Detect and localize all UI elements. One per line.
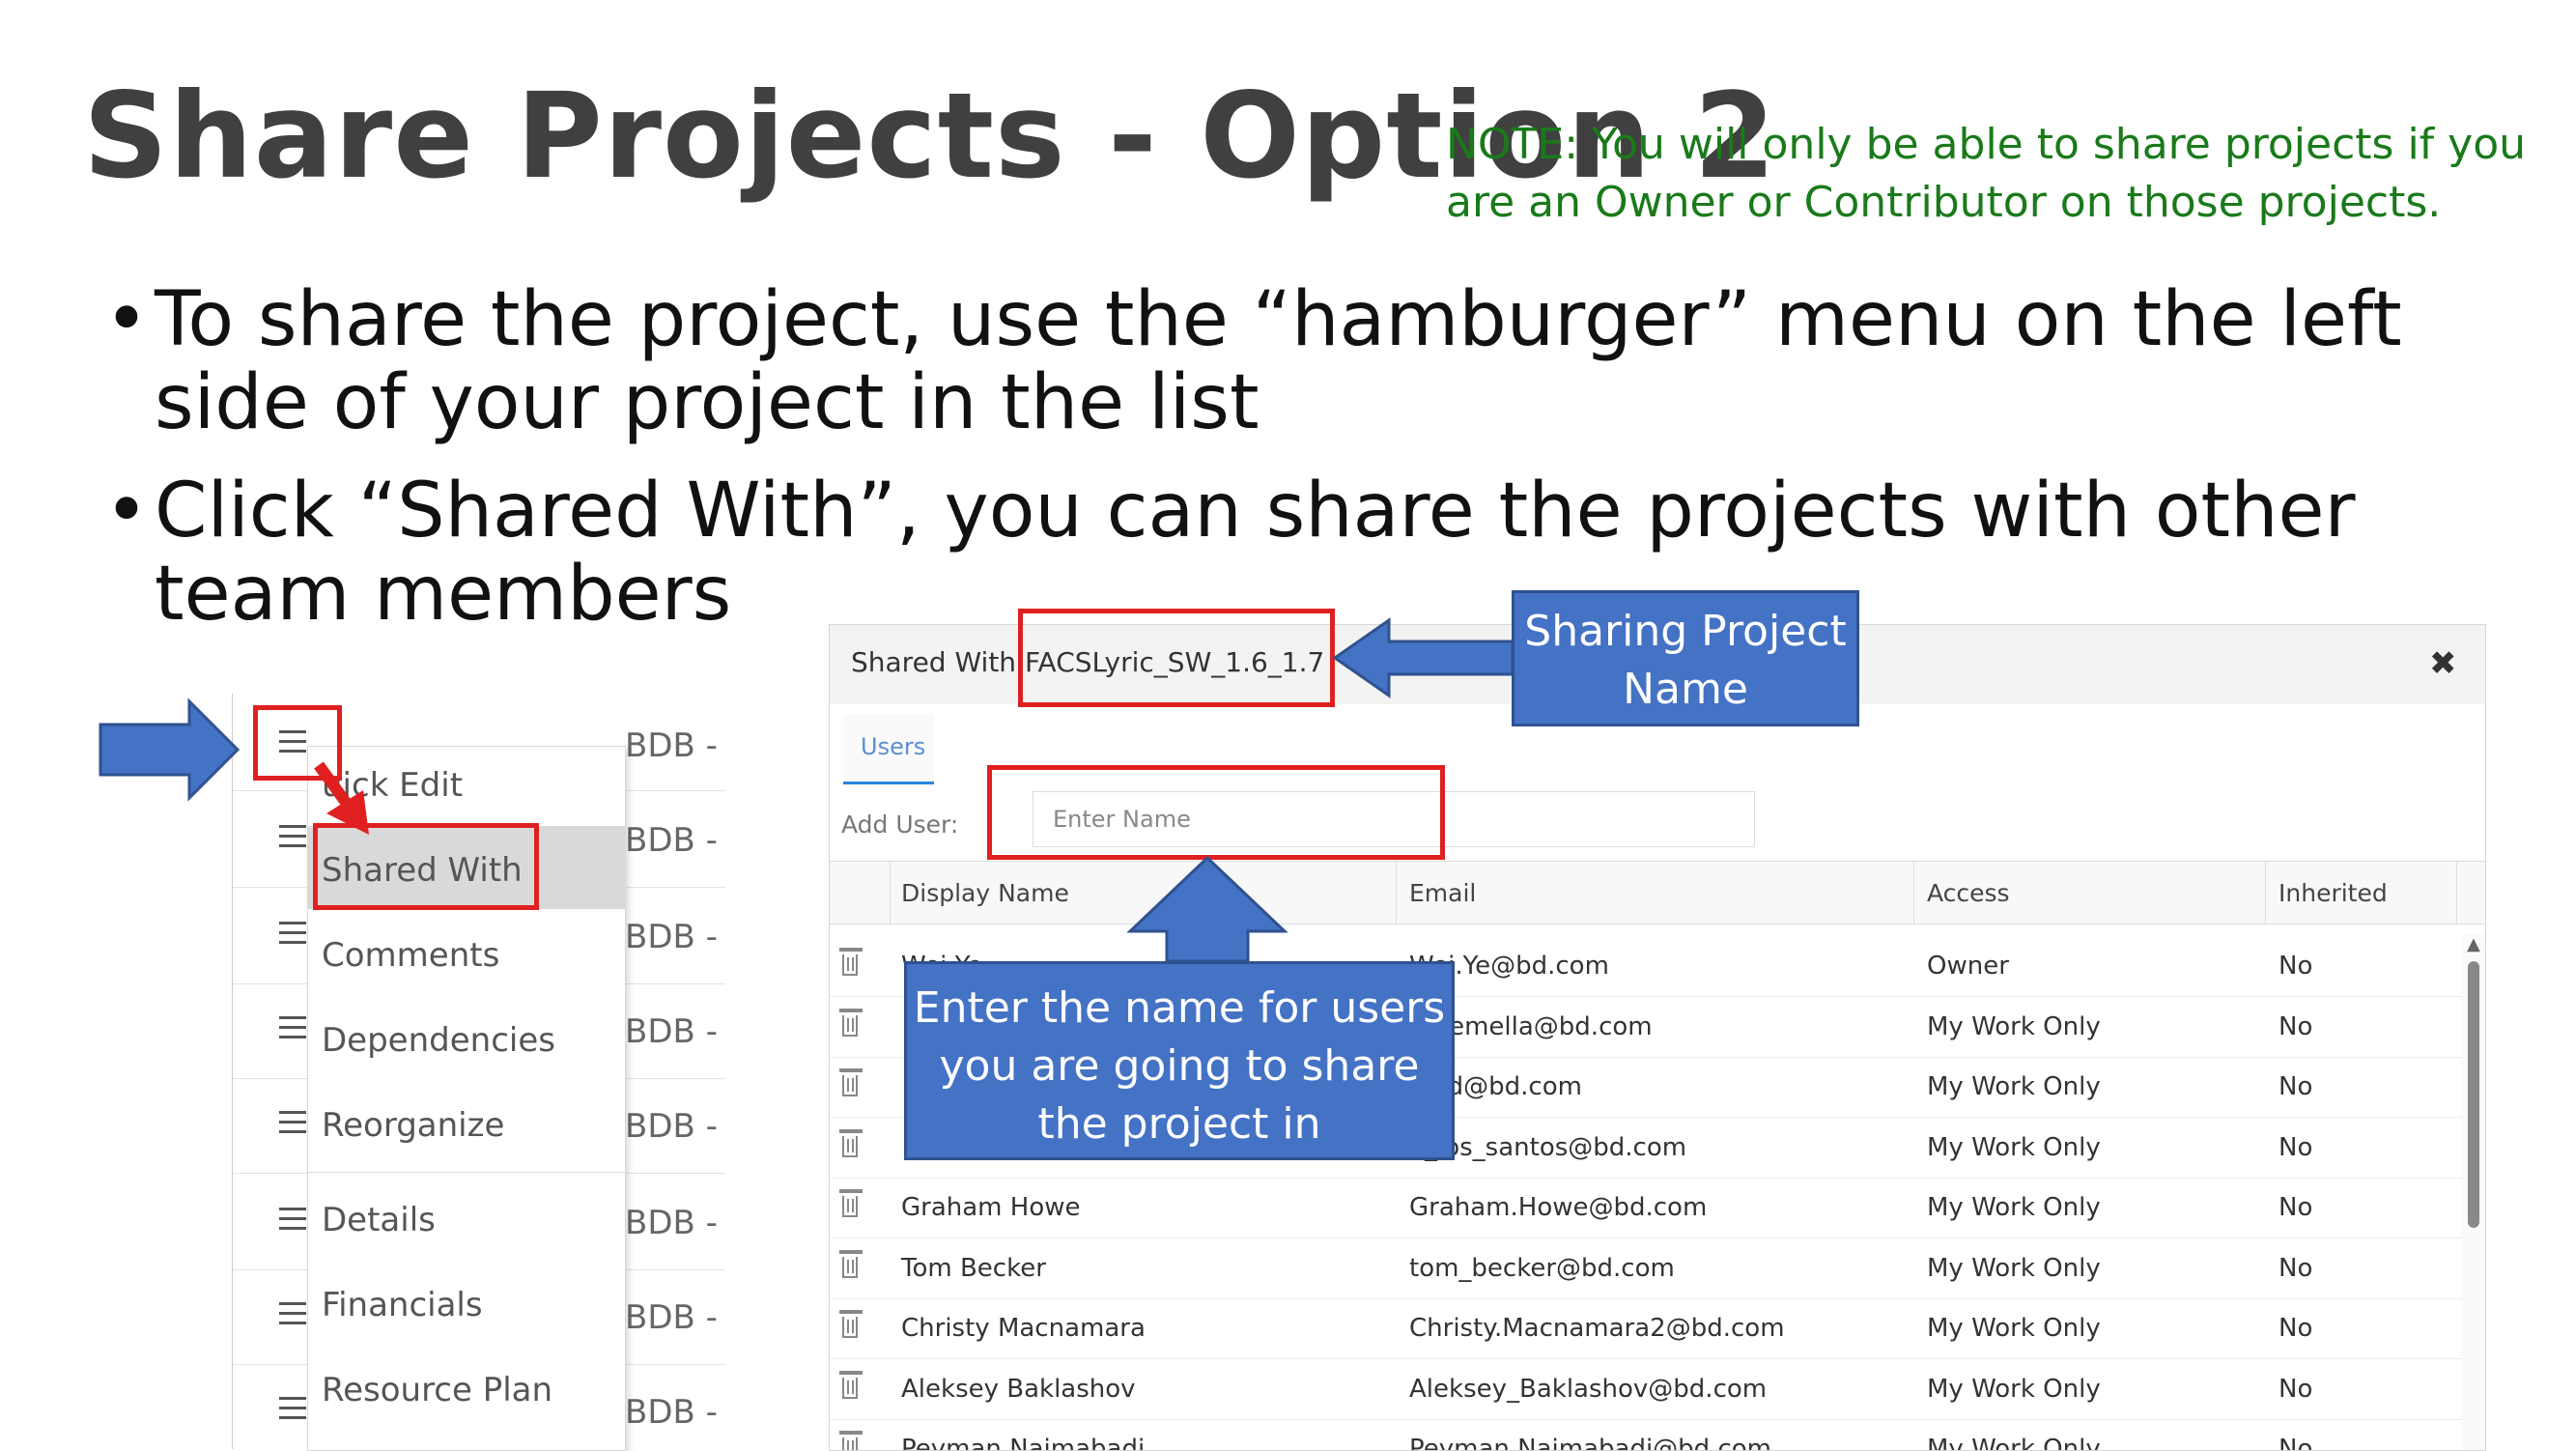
project-row-prefix: BDB - <box>625 1204 718 1242</box>
cell-inherited: No <box>2279 1314 2313 1343</box>
table-row[interactable]: Tom Becker tom_becker@bd.com My Work Only N… <box>830 1238 2462 1299</box>
cell-access: My Work Only <box>1927 1435 2101 1451</box>
callout-sharing-project-name: Sharing Project Name <box>1512 590 1859 726</box>
table-row[interactable]: Christy Macnamara Christy.Macnamara2@bd.c… <box>830 1298 2462 1359</box>
cell-inherited: No <box>2279 1374 2313 1404</box>
menu-item-dependencies[interactable]: Dependencies <box>322 1021 555 1060</box>
bullet-text: To share the project, use the “hamburger… <box>155 276 2402 446</box>
cell-inherited: No <box>2279 1435 2313 1451</box>
bullet-glyph: • <box>104 468 150 555</box>
project-row-prefix: BDB - <box>625 1393 718 1432</box>
menu-item-resource-plan[interactable]: Resource Plan <box>322 1371 552 1409</box>
cell-email: tom_becker@bd.com <box>1409 1253 1675 1283</box>
trash-icon[interactable] <box>839 1310 863 1339</box>
bullet-text: Click “Shared With”, you can share the p… <box>155 468 2356 638</box>
cell-email: Peyman.Najmabadi@bd.com <box>1409 1435 1771 1451</box>
column-access[interactable]: Access <box>1927 879 2010 907</box>
highlight-shared-with <box>313 823 539 910</box>
cell-inherited: No <box>2279 952 2313 981</box>
cell-display-name: Christy Macnamara <box>901 1314 1146 1343</box>
menu-item-quick-edit[interactable]: uick Edit <box>322 766 463 805</box>
cell-inherited: No <box>2279 1072 2313 1101</box>
cell-email: Aleksey_Baklashov@bd.com <box>1409 1374 1768 1404</box>
trash-icon[interactable] <box>839 948 863 977</box>
tab-users-label: Users <box>861 733 926 760</box>
project-row-prefix: BDB - <box>625 1107 718 1146</box>
tab-users[interactable]: Users <box>843 714 934 784</box>
dialog-title-label: Shared With: <box>851 646 1026 678</box>
slide-note: NOTE: You will only be able to share pro… <box>1446 120 2527 227</box>
cell-inherited: No <box>2279 1253 2313 1283</box>
column-email[interactable]: Email <box>1409 879 1476 907</box>
cell-inherited: No <box>2279 1193 2313 1222</box>
close-icon[interactable]: ✖ <box>2429 644 2457 683</box>
trash-icon[interactable] <box>839 1431 863 1450</box>
scrollbar[interactable]: ▲ <box>2462 934 2485 1450</box>
hamburger-menu-icon[interactable] <box>279 922 306 953</box>
hamburger-menu-icon[interactable] <box>279 1111 306 1142</box>
cell-display-name: Graham Howe <box>901 1193 1081 1222</box>
cell-access: My Work Only <box>1927 1072 2101 1101</box>
hamburger-menu-icon[interactable] <box>279 1016 306 1047</box>
column-inherited[interactable]: Inherited <box>2279 879 2388 907</box>
trash-icon[interactable] <box>839 1189 863 1218</box>
scroll-up-icon[interactable]: ▲ <box>2467 934 2480 954</box>
callout-enter-name: Enter the name for users you are going t… <box>904 961 1455 1160</box>
bullet-glyph: • <box>104 276 150 363</box>
cell-access: My Work Only <box>1927 1193 2101 1222</box>
cell-access: Owner <box>1927 952 2009 981</box>
trash-icon[interactable] <box>839 1128 863 1158</box>
cell-access: My Work Only <box>1927 1314 2101 1343</box>
highlight-add-user-input <box>987 765 1445 860</box>
table-header: Display Name Email Access Inherited <box>830 861 2485 925</box>
trash-icon[interactable] <box>839 1008 863 1038</box>
hamburger-menu-icon[interactable] <box>279 1397 306 1428</box>
project-row-prefix: BDB - <box>625 1012 718 1051</box>
table-row[interactable]: Peyman Najmabadi Peyman.Najmabadi@bd.com M… <box>830 1419 2462 1451</box>
trash-icon[interactable] <box>839 1068 863 1097</box>
hamburger-menu-icon[interactable] <box>279 1208 306 1238</box>
cell-email: Christy.Macnamara2@bd.com <box>1409 1314 1785 1343</box>
cell-display-name: Tom Becker <box>901 1253 1046 1283</box>
cell-access: My Work Only <box>1927 1374 2101 1404</box>
project-row-prefix: BDB - <box>625 1298 718 1337</box>
table-row[interactable]: Aleksey Baklashov Aleksey_Baklashov@bd.co… <box>830 1359 2462 1420</box>
project-row-prefix: BDB - <box>625 918 718 956</box>
blue-arrow-right-icon <box>99 697 241 802</box>
menu-item-financials[interactable]: Financials <box>322 1286 483 1324</box>
cell-display-name: Aleksey Baklashov <box>901 1374 1136 1404</box>
menu-item-reorganize[interactable]: Reorganize <box>322 1106 504 1145</box>
cell-inherited: No <box>2279 1011 2313 1041</box>
table-row[interactable]: Graham Howe Graham.Howe@bd.com My Work Onl… <box>830 1178 2462 1238</box>
scrollbar-thumb[interactable] <box>2468 961 2479 1228</box>
cell-access: My Work Only <box>1927 1253 2101 1283</box>
menu-item-details[interactable]: Details <box>322 1201 436 1239</box>
trash-icon[interactable] <box>839 1249 863 1279</box>
hamburger-menu-icon[interactable] <box>279 1302 306 1333</box>
menu-item-comments[interactable]: Comments <box>322 936 499 975</box>
column-display-name[interactable]: Display Name <box>901 879 1069 907</box>
cell-email: Graham.Howe@bd.com <box>1409 1193 1708 1222</box>
cell-inherited: No <box>2279 1132 2313 1162</box>
trash-icon[interactable] <box>839 1370 863 1400</box>
project-row-prefix: BDB - <box>625 821 718 860</box>
cell-display-name: Peyman Najmabadi <box>901 1435 1146 1451</box>
highlight-hamburger-menu <box>253 705 342 781</box>
add-user-label: Add User: <box>841 811 959 839</box>
cell-access: My Work Only <box>1927 1132 2101 1162</box>
cell-access: My Work Only <box>1927 1011 2101 1041</box>
highlight-project-name <box>1018 609 1335 707</box>
project-row-prefix: BDB - <box>625 726 718 765</box>
hamburger-menu-icon[interactable] <box>279 825 306 856</box>
